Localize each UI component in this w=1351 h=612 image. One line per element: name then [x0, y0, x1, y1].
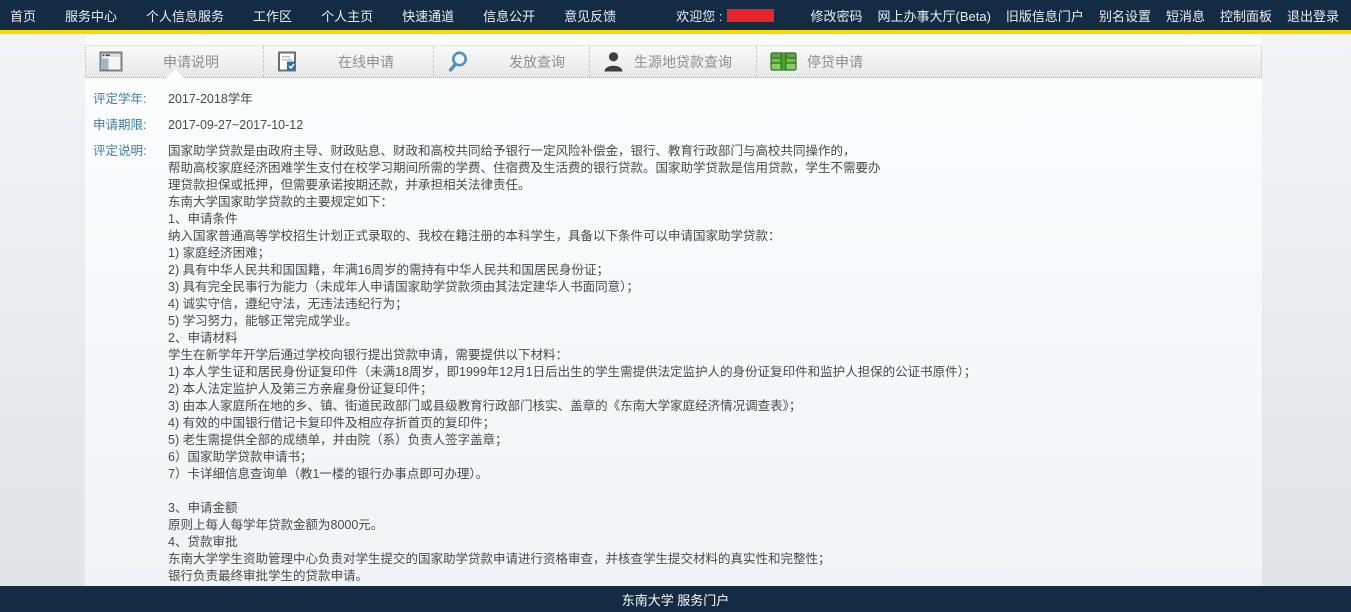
description-line: 2) 本人法定监护人及第三方亲雇身份证复印件；: [168, 381, 1262, 398]
description-line: 3) 具有完全民事行为能力（未成年人申请国家助学贷款须由其法定建华人书面同意）；: [168, 279, 1262, 296]
description-line: 5、贷款发放: [168, 585, 1262, 586]
description-line: 3、申请金额: [168, 500, 1262, 517]
tab-item[interactable]: 申请说明: [86, 46, 263, 77]
description-line: 4) 诚实守信，遵纪守法，无违法违纪行为；: [168, 296, 1262, 313]
description-line: 1、申请条件: [168, 211, 1262, 228]
tab-item[interactable]: 在线申请: [263, 46, 433, 77]
username-redaction: [727, 9, 774, 22]
nav-item[interactable]: 退出登录: [1287, 6, 1339, 25]
nav-item[interactable]: 个人信息服务: [146, 6, 224, 25]
field-row: 评定学年:2017-2018学年: [93, 91, 1262, 108]
description-line: 6）国家助学贷款申请书；: [168, 449, 1262, 466]
tab-fill: [946, 46, 1261, 77]
nav-item[interactable]: 短消息: [1166, 6, 1205, 25]
description-line: 纳入国家普通高等学校招生计划正式录取的、我校在籍注册的本科学生，具备以下条件可以…: [168, 228, 1262, 245]
description-label: 评定说明:: [93, 143, 168, 586]
description-row: 评定说明: 国家助学贷款是由政府主导、财政贴息、财政和高校共同给予银行一定风险补…: [93, 143, 1262, 586]
nav-right-items: 修改密码网上办事大厅(Beta) 旧版信息门户别名设置短消息控制面板退出登录: [796, 6, 1340, 25]
description-line: 理贷款担保或抵押，但需要承诺按期还款，并承担相关法律责任。: [168, 177, 1262, 194]
description-line: 1) 家庭经济困难；: [168, 245, 1262, 262]
nav-item[interactable]: 快速通道: [402, 6, 454, 25]
nav-item[interactable]: 工作区: [253, 6, 292, 25]
tab-label: 停贷申请: [807, 52, 863, 72]
tab-label: 发放查询: [509, 52, 565, 72]
tab-item[interactable]: 发放查询: [433, 46, 589, 77]
nav-right: 欢迎您 : 修改密码网上办事大厅(Beta) 旧版信息门户别名设置短消息控制面板退…: [676, 6, 1339, 25]
nav-item[interactable]: 首页: [10, 6, 36, 25]
page: 首页 服务中心 个人信息服务 工作区 个人主页 快速通道 信息公开 意见反馈 欢迎您 : 修改…: [0, 0, 1351, 612]
description-line: 原则上每人每学年贷款金额为8000元。: [168, 517, 1262, 534]
description-line: 4) 有效的中国银行借记卡复印件及相应存折首页的复印件；: [168, 415, 1262, 432]
money-icon: [770, 52, 797, 71]
description-line: 银行负责最终审批学生的贷款申请。: [168, 568, 1262, 585]
footer: 东南大学 服务门户: [0, 586, 1351, 612]
tab-bar: 申请说明 在线申请 发放查询 生源地贷款查询 停贷申请: [85, 45, 1262, 78]
field-value: 2017-09-27~2017-10-12: [168, 117, 303, 134]
nav-item[interactable]: 别名设置: [1099, 6, 1151, 25]
nav-left: 首页 服务中心 个人信息服务 工作区 个人主页 快速通道 信息公开 意见反馈: [10, 6, 645, 25]
field-row: 申请期限:2017-09-27~2017-10-12: [93, 117, 1262, 134]
person-icon: [603, 51, 624, 72]
tab-item[interactable]: 生源地贷款查询: [589, 46, 756, 77]
top-navbar: 首页 服务中心 个人信息服务 工作区 个人主页 快速通道 信息公开 意见反馈 欢迎您 : 修改…: [0, 0, 1351, 30]
search-icon: [447, 50, 469, 73]
description-line: [168, 483, 1262, 500]
description-line: 5) 学习努力，能够正常完成学业。: [168, 313, 1262, 330]
description-line: 国家助学贷款是由政府主导、财政贴息、财政和高校共同给予银行一定风险补偿金，银行、…: [168, 143, 1262, 160]
window-icon: [99, 51, 123, 72]
description-line: 4、贷款审批: [168, 534, 1262, 551]
description-line: 帮助高校家庭经济困难学生支付在校学习期间所需的学费、住宿费及生活费的银行贷款。国…: [168, 160, 1262, 177]
welcome-text: 欢迎您 :: [676, 6, 773, 25]
tab-label: 生源地贷款查询: [634, 52, 732, 72]
nav-item[interactable]: 意见反馈: [564, 6, 616, 25]
description-line: 7）卡详细信息查询单（教1一楼的银行办事点即可办理）。: [168, 466, 1262, 483]
field-rows: 评定学年:2017-2018学年申请期限:2017-09-27~2017-10-…: [93, 91, 1262, 134]
tab-label: 申请说明: [163, 52, 219, 72]
description-line: 东南大学学生资助管理中心负责对学生提交的国家助学贷款申请进行资格审查，并核查学生…: [168, 551, 1262, 568]
description-line: 2、申请材料: [168, 330, 1262, 347]
nav-item[interactable]: 旧版信息门户: [1006, 6, 1084, 25]
nav-item[interactable]: 控制面板: [1220, 6, 1272, 25]
description-text: 国家助学贷款是由政府主导、财政贴息、财政和高校共同给予银行一定风险补偿金，银行、…: [168, 143, 1262, 586]
field-value: 2017-2018学年: [168, 91, 253, 108]
tab-label: 在线申请: [338, 52, 394, 72]
field-label: 评定学年:: [93, 91, 168, 108]
welcome-label: 欢迎您 :: [676, 6, 722, 25]
description-line: 东南大学国家助学贷款的主要规定如下：: [168, 194, 1262, 211]
tab-item[interactable]: 停贷申请: [756, 46, 946, 77]
description-line: 3) 由本人家庭所在地的乡、镇、街道民政部门或县级教育行政部门核实、盖章的《东南…: [168, 398, 1262, 415]
document-icon: [277, 51, 298, 72]
field-label: 申请期限:: [93, 117, 168, 134]
nav-item[interactable]: 修改密码: [811, 6, 863, 25]
description-line: 2) 具有中华人民共和国国籍，年满16周岁的需持有中华人民共和国居民身份证；: [168, 262, 1262, 279]
description-line: 学生在新学年开学后通过学校向银行提出贷款申请，需要提供以下材料：: [168, 347, 1262, 364]
nav-item[interactable]: 个人主页: [321, 6, 373, 25]
content-panel: 申请说明 在线申请 发放查询 生源地贷款查询 停贷申请 评定学年:2017-2018学年…: [85, 34, 1262, 586]
description-line: 5) 老生需提供全部的成绩单，并由院（系）负责人签字盖章；: [168, 432, 1262, 449]
footer-text: 东南大学 服务门户: [622, 590, 730, 609]
nav-item[interactable]: 服务中心: [65, 6, 117, 25]
nav-item[interactable]: 网上办事大厅(Beta): [878, 6, 991, 25]
loan-info-section: 评定学年:2017-2018学年申请期限:2017-09-27~2017-10-…: [85, 78, 1262, 586]
nav-item[interactable]: 信息公开: [483, 6, 535, 25]
description-line: 1) 本人学生证和居民身份证复印件（未满18周岁，即1999年12月1日后出生的…: [168, 364, 1262, 381]
